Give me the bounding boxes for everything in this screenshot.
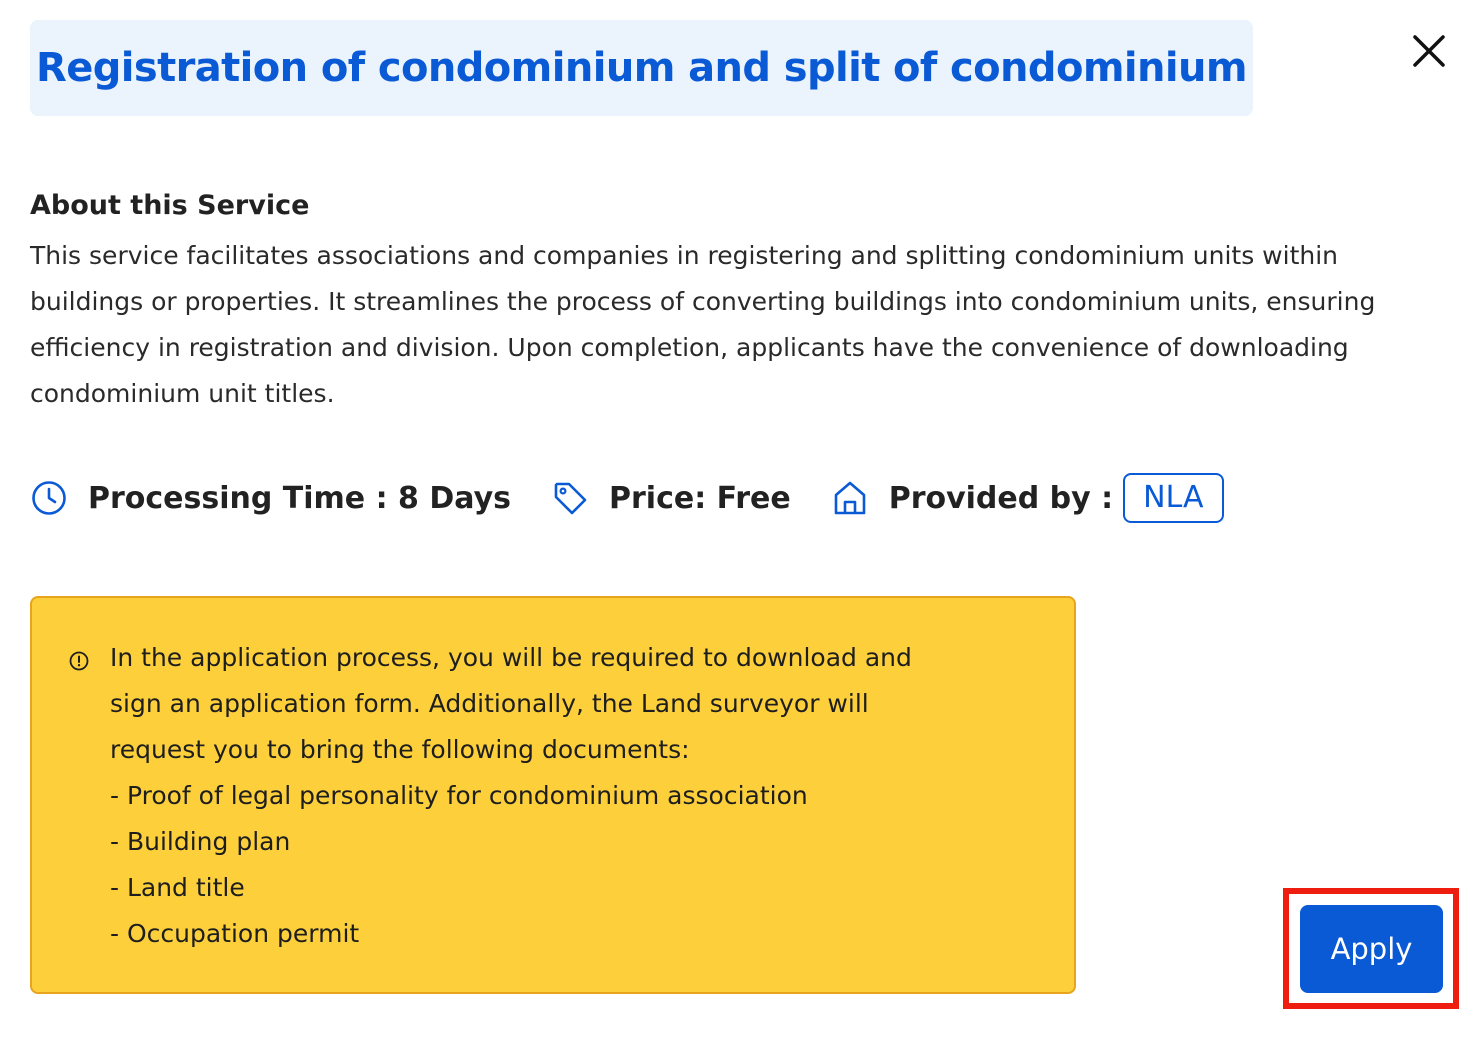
notice-line: In the application process, you will be …: [110, 643, 912, 672]
notice-line: sign an application form. Additionally, …: [110, 689, 869, 718]
service-meta-row: Processing Time : 8 Days Price: Free Pro…: [30, 470, 1224, 526]
notice-line: request you to bring the following docum…: [110, 735, 690, 764]
dialog-title: Registration of condominium and split of…: [36, 45, 1248, 91]
dialog-title-box: Registration of condominium and split of…: [30, 20, 1253, 116]
clock-icon: [30, 479, 68, 517]
notice-box: In the application process, you will be …: [30, 596, 1076, 994]
apply-button[interactable]: Apply: [1300, 905, 1443, 993]
processing-time: Processing Time : 8 Days: [88, 480, 511, 516]
info-circle-icon: [68, 650, 90, 672]
price: Price: Free: [609, 480, 791, 516]
about-heading: About this Service: [30, 190, 310, 221]
notice-document-item: - Proof of legal personality for condomi…: [110, 781, 808, 810]
close-button[interactable]: [1408, 30, 1450, 72]
home-icon: [831, 479, 869, 517]
provider-badge: NLA: [1123, 473, 1224, 523]
price-tag-icon: [551, 479, 589, 517]
close-icon: [1413, 35, 1445, 67]
notice-document-item: - Building plan: [110, 827, 291, 856]
notice-text: In the application process, you will be …: [110, 635, 1040, 957]
notice-document-item: - Occupation permit: [110, 919, 360, 948]
notice-document-item: - Land title: [110, 873, 245, 902]
about-description: This service facilitates associations an…: [30, 241, 1376, 408]
provider-label: Provided by :: [888, 480, 1114, 516]
